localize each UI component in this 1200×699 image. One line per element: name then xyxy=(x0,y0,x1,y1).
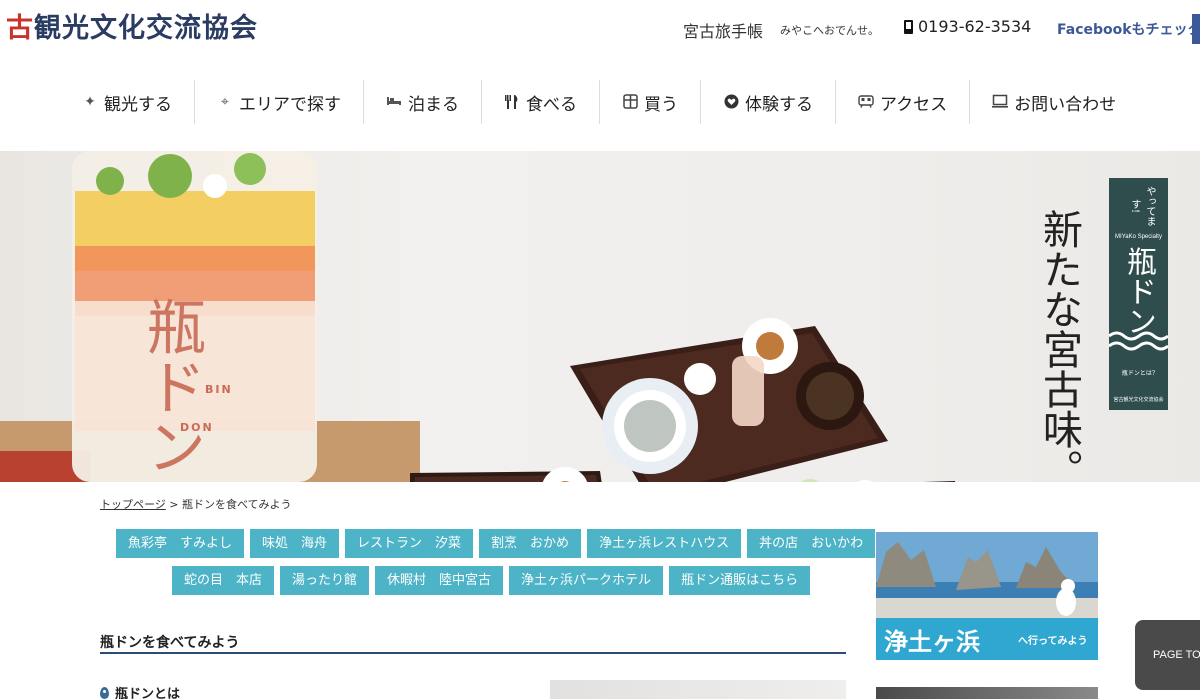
content-photo xyxy=(550,680,846,699)
tag-resthouse[interactable]: 浄土ヶ浜レストハウス xyxy=(587,529,742,558)
jar-logo-bin: BIN xyxy=(205,383,233,396)
nav-stay[interactable]: 泊まる xyxy=(364,80,482,124)
nav-label: エリアで探す xyxy=(239,94,341,115)
nav-label: 観光する xyxy=(104,94,172,115)
banner-top-text: やってます! xyxy=(1129,186,1155,226)
bindon-banner[interactable]: やってます! MIYaKo Specialty 瓶ドン 瓶ドンとは? 宮古観光文… xyxy=(1109,178,1168,410)
banner-org: 宮古観光文化交流協会 xyxy=(1113,397,1164,403)
breadcrumb-current: 瓶ドンを食べてみよう xyxy=(182,498,292,511)
sub-heading: 瓶ドンとは xyxy=(100,683,180,699)
tag-oikawa[interactable]: 丼の店 おいかわ xyxy=(747,529,876,558)
banner-brand: MIYaKo Specialty xyxy=(1115,234,1162,240)
facebook-link[interactable]: Facebookもチェック xyxy=(1057,19,1200,39)
nav-sightseeing[interactable]: ✦ 観光する xyxy=(60,80,195,124)
target-icon: ⌖ xyxy=(221,94,229,110)
jar-logo-text: 瓶ドン xyxy=(136,296,206,476)
side-photo-2[interactable] xyxy=(876,687,1098,699)
site-title-red-char: 古 xyxy=(6,13,34,44)
nav-experience[interactable]: 体験する xyxy=(701,80,836,124)
tag-row-2: 蛇の目 本店 湯ったり館 休暇村 陸中宮古 浄土ヶ浜パークホテル 瓶ドン通販はこ… xyxy=(172,566,836,595)
nav-label: 食べる xyxy=(526,94,577,115)
site-title[interactable]: 古観光文化交流協会 xyxy=(6,6,258,45)
site-title-text: 観光文化交流協会 xyxy=(34,13,258,44)
promo-subtitle: へ行ってみよう xyxy=(1018,636,1088,647)
facebook-badge[interactable] xyxy=(1192,14,1200,44)
banner-bottom-text: 瓶ドンとは? xyxy=(1121,370,1156,377)
nav-label: 買う xyxy=(644,94,678,115)
jar-logo-don: DON xyxy=(180,421,214,434)
banner-main: 瓶ドン xyxy=(1121,246,1156,336)
section-heading: 瓶ドンを食べてみよう xyxy=(100,632,846,654)
heart-icon xyxy=(723,94,739,110)
nav-contact[interactable]: お問い合わせ xyxy=(970,80,1138,124)
nav-label: お問い合わせ xyxy=(1014,94,1117,115)
page-top-button[interactable]: PAGE TOP xyxy=(1135,620,1200,690)
sub-heading-text: 瓶ドンとは xyxy=(115,687,181,699)
gift-icon xyxy=(622,94,638,110)
nav-label: アクセス xyxy=(880,94,948,115)
hero-banner: 瓶ドン BIN DON 新たな宮古味。 やってます! MIYaKo Specia… xyxy=(0,151,1200,482)
techo-subtitle: みやこへおでんせ。 xyxy=(780,24,879,37)
nav-eat[interactable]: 食べる xyxy=(482,80,600,124)
tag-kaishu[interactable]: 味処 海舟 xyxy=(250,529,340,558)
restaurant-tags: 魚彩亭 すみよし 味処 海舟 レストラン 汐菜 割烹 おかめ 浄土ヶ浜レストハウ… xyxy=(116,529,876,603)
phone-text: 0193-62-3534 xyxy=(918,17,1032,36)
tag-parkhotel[interactable]: 浄土ヶ浜パークホテル xyxy=(509,566,664,595)
tag-kyukamura[interactable]: 休暇村 陸中宮古 xyxy=(375,566,504,595)
breadcrumb: トップページ > 瓶ドンを食べてみよう xyxy=(100,496,292,512)
nav-label: 泊まる xyxy=(408,94,459,115)
hero-tagline: 新たな宮古味。 xyxy=(1036,209,1082,482)
sparkle-icon: ✦ xyxy=(84,94,96,110)
nav-access[interactable]: アクセス xyxy=(836,80,971,124)
jodogahama-promo[interactable]: 浄土ヶ浜 へ行ってみよう xyxy=(876,532,1098,660)
tag-okame[interactable]: 割烹 おかめ xyxy=(479,529,582,558)
tag-janome[interactable]: 蛇の目 本店 xyxy=(172,566,275,595)
phone-icon xyxy=(904,19,913,34)
tag-sumiyoshi[interactable]: 魚彩亭 すみよし xyxy=(116,529,245,558)
tag-online-shop[interactable]: 瓶ドン通販はこちら xyxy=(669,566,811,595)
train-icon xyxy=(858,94,874,110)
nav-shop[interactable]: 買う xyxy=(600,80,701,124)
pin-icon xyxy=(100,686,109,699)
bed-icon xyxy=(386,94,402,110)
banner-wave-icon xyxy=(1109,331,1168,351)
phone-number[interactable]: 0193-62-3534 xyxy=(904,17,1031,36)
breadcrumb-separator: > xyxy=(169,498,179,511)
site-header: 古観光文化交流協会 宮古旅手帳 みやこへおでんせ。 0193-62-3534 F… xyxy=(0,0,1200,62)
promo-title: 浄土ヶ浜 xyxy=(884,628,980,656)
tag-yuttarikan[interactable]: 湯ったり館 xyxy=(280,566,370,595)
monitor-icon xyxy=(992,94,1009,110)
fork-knife-icon xyxy=(504,94,520,110)
nav-area[interactable]: ⌖ エリアで探す xyxy=(195,80,364,124)
tag-row-1: 魚彩亭 すみよし 味処 海舟 レストラン 汐菜 割烹 おかめ 浄土ヶ浜レストハウ… xyxy=(116,529,876,558)
nav-label: 体験する xyxy=(745,94,813,115)
techo-link[interactable]: 宮古旅手帳 xyxy=(683,18,763,42)
breadcrumb-home[interactable]: トップページ xyxy=(100,498,166,511)
tag-shiona[interactable]: レストラン 汐菜 xyxy=(345,529,474,558)
main-nav: ✦ 観光する ⌖ エリアで探す 泊まる 食べる 買う 体験する アクセス お問い… xyxy=(60,80,1138,124)
